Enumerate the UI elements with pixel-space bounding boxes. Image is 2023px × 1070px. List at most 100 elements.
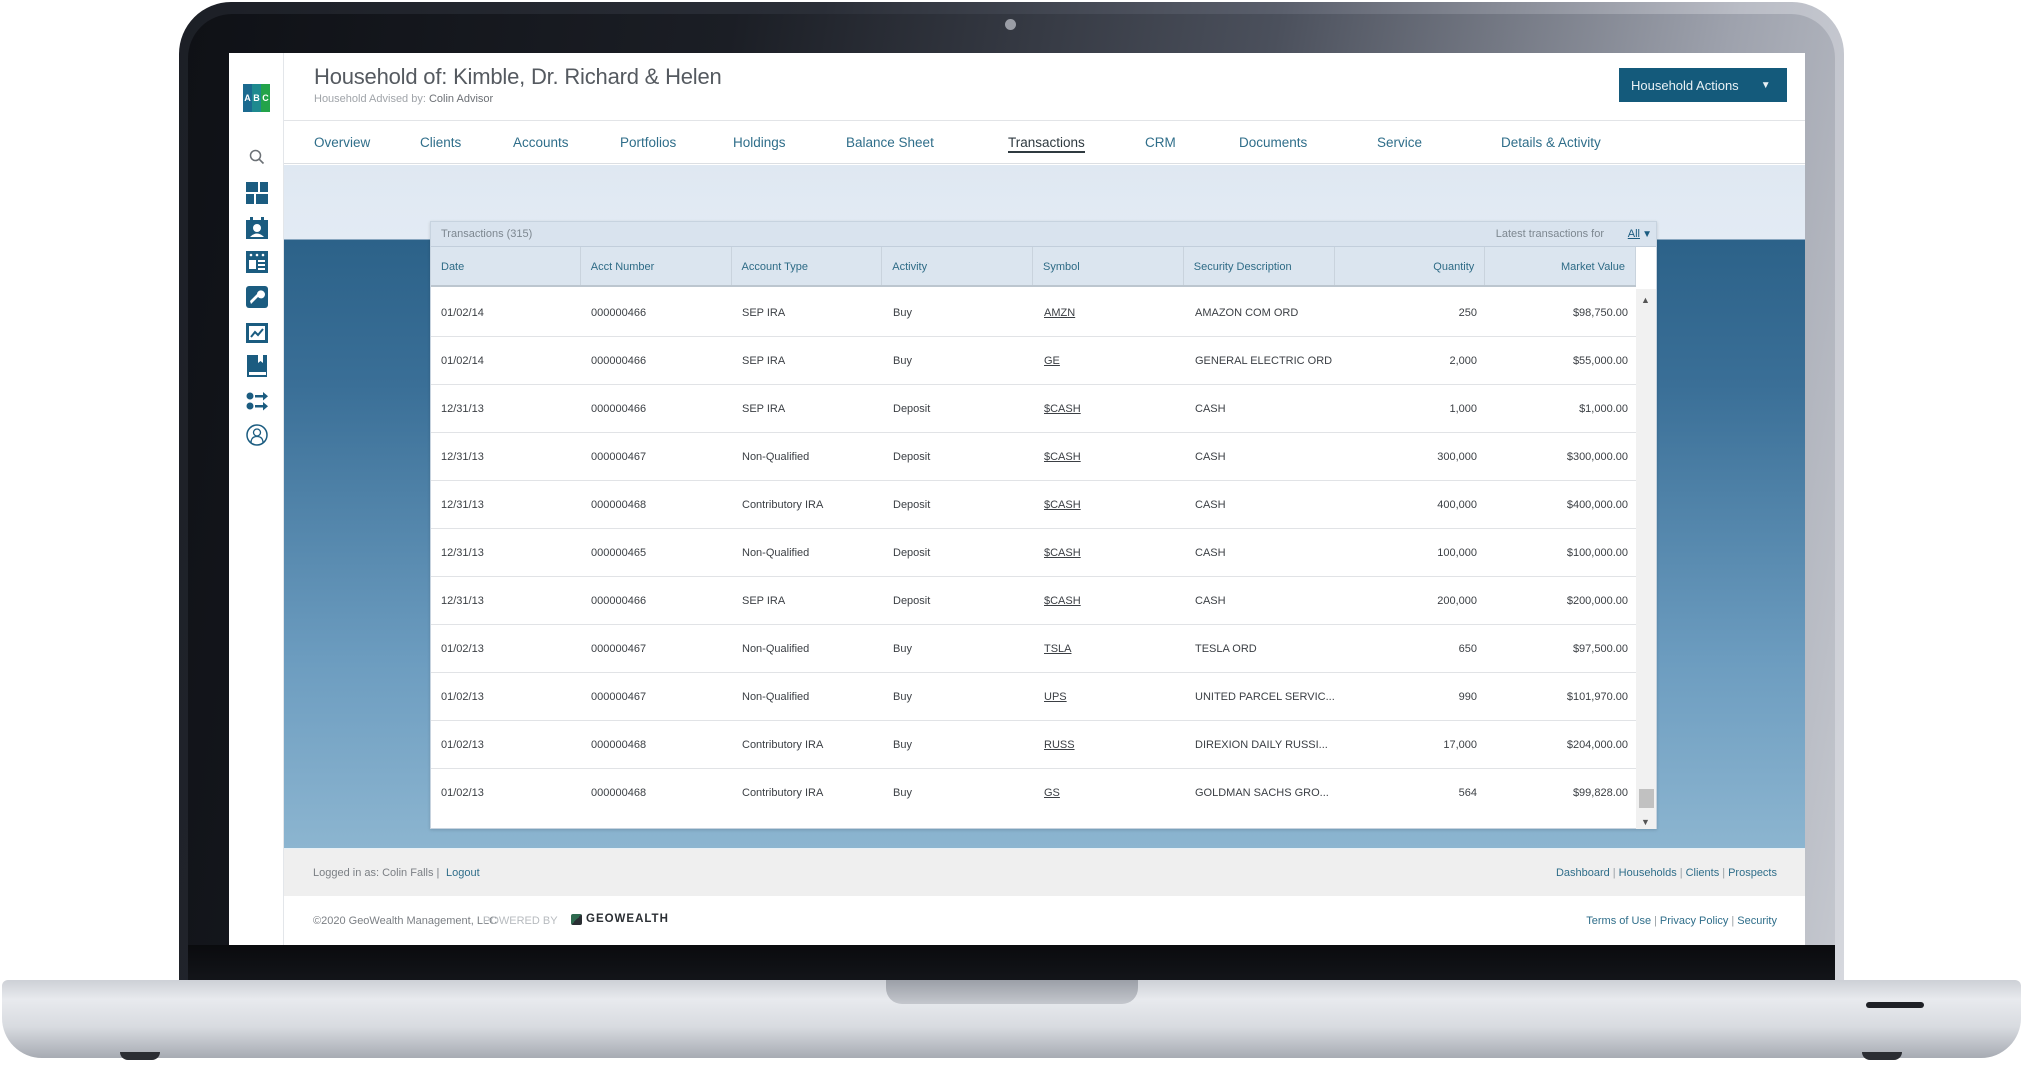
table-row[interactable]: 01/02/14 000000466 SEP IRA Buy AMZN AMAZON CO…	[431, 289, 1638, 337]
footer-link-dashboard[interactable]: Dashboard	[1556, 867, 1610, 879]
cell-date: 01/02/14	[441, 307, 484, 319]
cell-security-description: AMAZON COM ORD	[1195, 307, 1299, 319]
table-row[interactable]: 12/31/13 000000467 Non-Qualified Deposit $CA…	[431, 433, 1638, 481]
tab-accounts[interactable]: Accounts	[513, 135, 569, 150]
symbol-link[interactable]: $CASH	[1044, 451, 1081, 463]
user-profile-icon[interactable]	[245, 423, 268, 446]
footer-link-prospects[interactable]: Prospects	[1728, 867, 1777, 879]
tab-clients[interactable]: Clients	[420, 135, 461, 150]
footer-link-clients[interactable]: Clients	[1686, 867, 1720, 879]
scroll-down-icon[interactable]: ▼	[1641, 817, 1650, 827]
calendar-contact-icon[interactable]	[245, 216, 268, 239]
tab-service[interactable]: Service	[1377, 135, 1422, 150]
cell-market-value: $200,000.00	[1566, 595, 1628, 607]
table-row[interactable]: 12/31/13 000000468 Contributory IRA Deposit…	[431, 481, 1638, 529]
symbol-link[interactable]: AMZN	[1044, 307, 1075, 319]
tab-crm[interactable]: CRM	[1145, 135, 1176, 150]
symbol-link[interactable]: UPS	[1044, 691, 1067, 703]
cell-security-description: DIREXION DAILY RUSSI...	[1195, 739, 1328, 751]
dashboard-icon[interactable]	[245, 181, 268, 204]
cell-activity: Deposit	[893, 403, 931, 415]
tab-transactions[interactable]: Transactions	[1008, 135, 1085, 153]
cell-symbol: GE	[1034, 337, 1185, 384]
cell-symbol: $CASH	[1034, 577, 1185, 624]
legal-links: Terms of Use | Privacy Policy | Security	[1586, 915, 1777, 927]
app-logo[interactable]: A B C	[243, 84, 270, 112]
tab-documents[interactable]: Documents	[1239, 135, 1307, 150]
symbol-link[interactable]: $CASH	[1044, 499, 1081, 511]
chart-report-icon[interactable]	[245, 320, 268, 343]
cell-quantity: 400,000	[1437, 499, 1477, 511]
cell-security-description: UNITED PARCEL SERVIC...	[1195, 691, 1335, 703]
table-row[interactable]: 12/31/13 000000466 SEP IRA Deposit $CASH CASH…	[431, 385, 1638, 433]
wrench-icon[interactable]	[245, 285, 268, 308]
cell-acct-number: 000000467	[591, 643, 647, 655]
cell-security-description: CASH	[1195, 451, 1226, 463]
tab-holdings[interactable]: Holdings	[733, 135, 786, 150]
terms-link[interactable]: Terms of Use	[1586, 915, 1651, 927]
filter-caret-icon[interactable]: ▼	[1642, 229, 1652, 240]
scroll-thumb[interactable]	[1639, 789, 1654, 808]
symbol-link[interactable]: GS	[1044, 787, 1060, 799]
table-row[interactable]: 12/31/13 000000465 Non-Qualified Deposit $CA…	[431, 529, 1638, 577]
search-icon[interactable]	[245, 145, 268, 168]
logo-letter-a: A	[243, 84, 252, 112]
tab-portfolios[interactable]: Portfolios	[620, 135, 676, 150]
col-security-description[interactable]: Security Description	[1184, 247, 1335, 285]
household-actions-button[interactable]: Household Actions ▼	[1619, 68, 1787, 102]
cell-acct-number: 000000465	[591, 547, 647, 559]
cell-date: 01/02/13	[441, 787, 484, 799]
col-activity[interactable]: Activity	[882, 247, 1033, 285]
cell-security-description: TESLA ORD	[1195, 643, 1257, 655]
cell-date: 12/31/13	[441, 499, 484, 511]
tab-overview[interactable]: Overview	[314, 135, 370, 150]
cell-acct-number: 000000467	[591, 451, 647, 463]
security-link[interactable]: Security	[1737, 915, 1777, 927]
tab-balance-sheet[interactable]: Balance Sheet	[846, 135, 934, 150]
privacy-link[interactable]: Privacy Policy	[1660, 915, 1728, 927]
table-row[interactable]: 12/31/13 000000466 SEP IRA Deposit $CASH CASH…	[431, 577, 1638, 625]
cell-acct-number: 000000468	[591, 499, 647, 511]
col-date[interactable]: Date	[431, 247, 581, 285]
geowealth-logo: GEOWEALTH	[571, 913, 669, 925]
table-scrollbar[interactable]: ▲ ▼	[1636, 289, 1656, 829]
symbol-link[interactable]: $CASH	[1044, 595, 1081, 607]
cell-account-type: Non-Qualified	[742, 451, 810, 463]
cell-market-value: $400,000.00	[1566, 499, 1628, 511]
household-header: Household of: Kimble, Dr. Richard & Hele…	[284, 53, 1805, 121]
cell-account-type: Contributory IRA	[742, 787, 824, 799]
transfer-icon[interactable]	[245, 389, 268, 412]
col-market-value[interactable]: Market Value	[1485, 247, 1636, 285]
col-quantity[interactable]: Quantity	[1335, 247, 1486, 285]
symbol-link[interactable]: $CASH	[1044, 403, 1081, 415]
contact-card-icon[interactable]	[245, 250, 268, 273]
separator: |	[1679, 867, 1683, 879]
col-symbol[interactable]: Symbol	[1033, 247, 1184, 285]
col-account-type[interactable]: Account Type	[732, 247, 883, 285]
footer-link-households[interactable]: Households	[1619, 867, 1677, 879]
cell-account-type: Non-Qualified	[742, 643, 810, 655]
cell-activity: Buy	[893, 307, 912, 319]
table-row[interactable]: 01/02/13 000000467 Non-Qualified Buy TSLA TES…	[431, 625, 1638, 673]
cell-market-value: $1,000.00	[1579, 403, 1628, 415]
table-row[interactable]: 01/02/14 000000466 SEP IRA Buy GE GENERAL ELE…	[431, 337, 1638, 385]
book-icon[interactable]	[245, 354, 268, 377]
logged-in-text: Logged in as: Colin Falls |	[313, 867, 440, 879]
cell-symbol: TSLA	[1034, 625, 1185, 672]
filter-label: Latest transactions for	[1495, 228, 1604, 240]
symbol-link[interactable]: $CASH	[1044, 547, 1081, 559]
symbol-link[interactable]: TSLA	[1044, 643, 1072, 655]
table-row[interactable]: 01/02/13 000000468 Contributory IRA Buy RUSS…	[431, 721, 1638, 769]
symbol-link[interactable]: GE	[1044, 355, 1060, 367]
cell-quantity: 564	[1458, 787, 1477, 799]
col-acct-number[interactable]: Acct Number	[581, 247, 732, 285]
cell-activity: Buy	[893, 691, 912, 703]
table-row[interactable]: 01/02/13 000000467 Non-Qualified Buy UPS UNIT…	[431, 673, 1638, 721]
scroll-up-icon[interactable]: ▲	[1641, 295, 1650, 305]
tab-details-activity[interactable]: Details & Activity	[1501, 135, 1601, 150]
table-row[interactable]: 01/02/13 000000468 Contributory IRA Buy GS GO…	[431, 769, 1638, 809]
filter-all-link[interactable]: All	[1628, 228, 1640, 240]
logout-link[interactable]: Logout	[446, 867, 480, 879]
cell-account-type: Contributory IRA	[742, 739, 824, 751]
symbol-link[interactable]: RUSS	[1044, 739, 1075, 751]
